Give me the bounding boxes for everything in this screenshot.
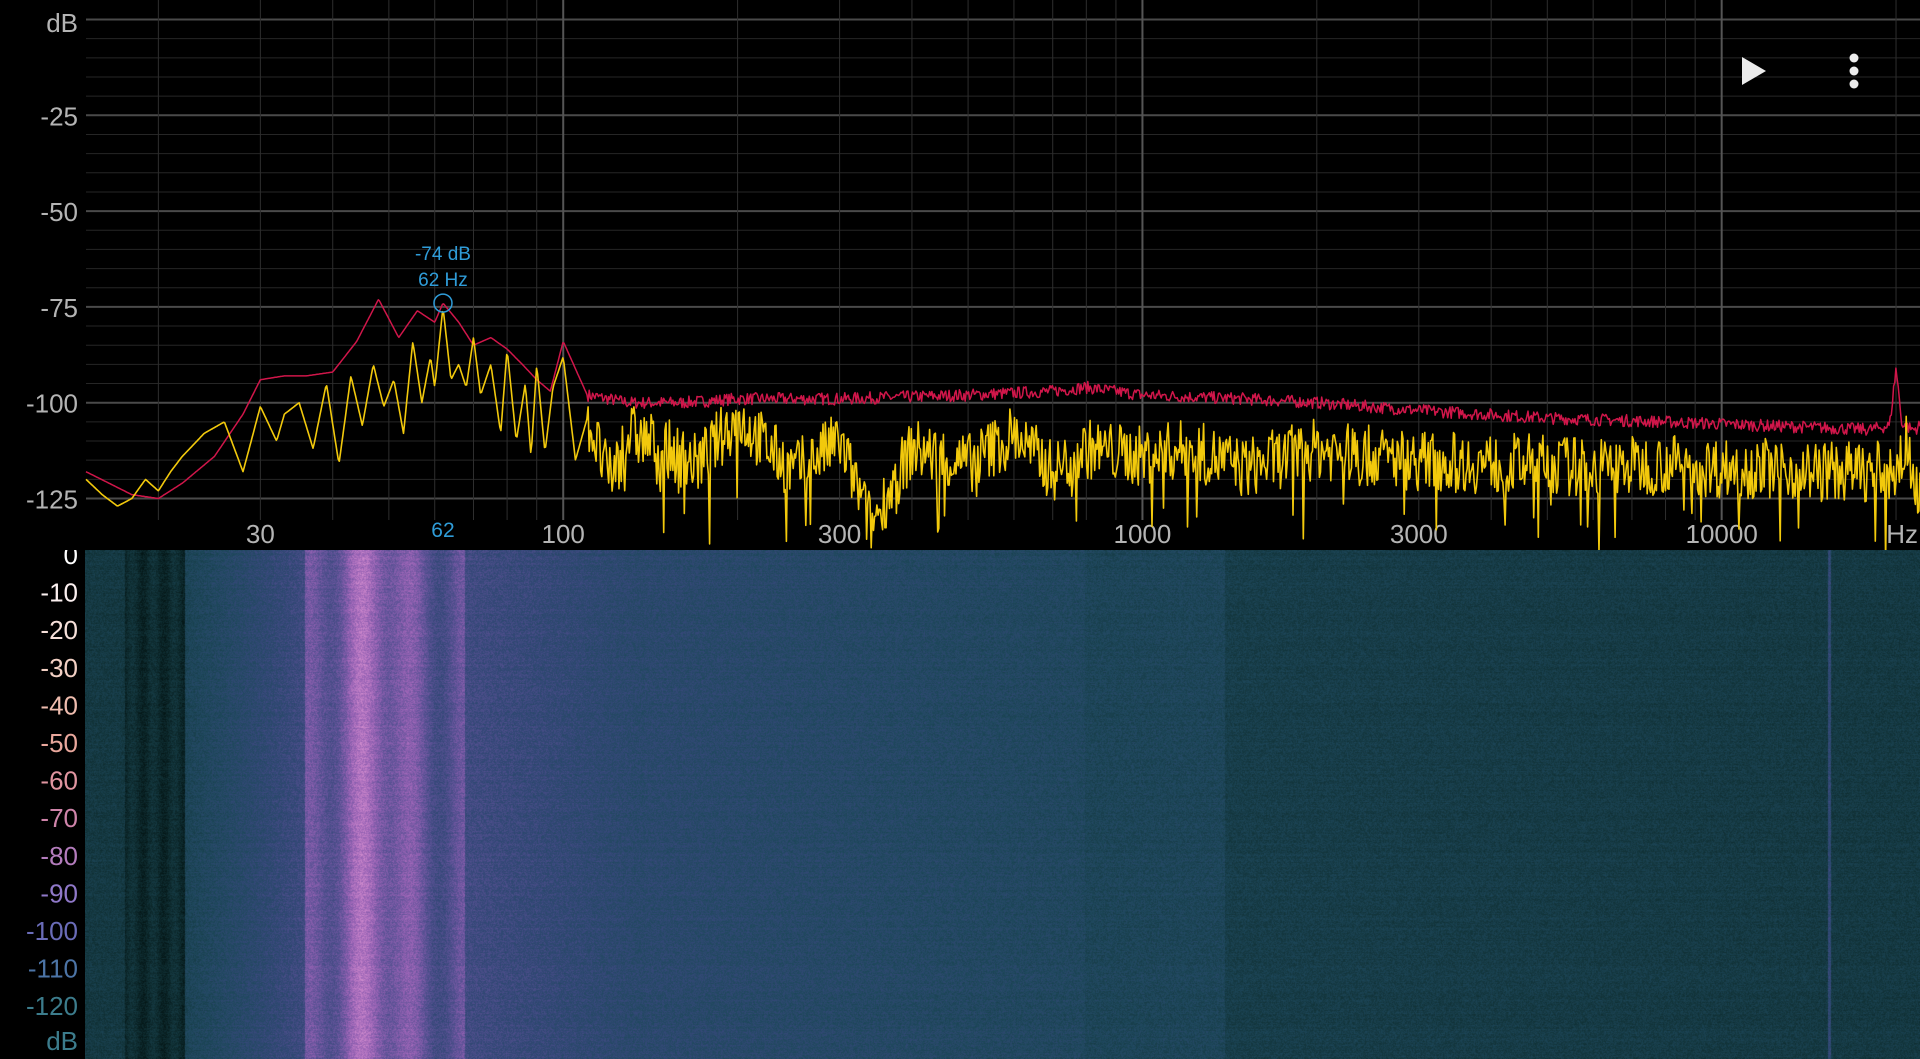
x-tick-label: 100 — [542, 519, 585, 549]
y-tick-label: -100 — [26, 389, 78, 419]
x-tick-label: 3000 — [1390, 519, 1448, 549]
x-axis-unit: Hz — [1886, 519, 1918, 549]
spectrum-chart[interactable]: -25 -50 -75 -100 -125 dB 30 100 300 1000 3000 10000… — [0, 0, 1920, 550]
colorbar-tick-label: -100 — [26, 916, 78, 946]
colorbar-tick-label: -60 — [40, 766, 78, 796]
spectrogram-axis: 0 -10 -20 -30 -40 -50 -60 -70 -80 -90 -100 -110 -120… — [0, 550, 85, 1059]
colorbar-tick-label: 0 — [64, 550, 78, 570]
x-tick-label: 300 — [818, 519, 861, 549]
colorbar-tick-label: -50 — [40, 728, 78, 758]
colorbar-tick-label: -40 — [40, 690, 78, 720]
toolbar — [1728, 45, 1880, 97]
colorbar-tick-label: -70 — [40, 803, 78, 833]
colorbar-tick-label: -90 — [40, 878, 78, 908]
colorbar-tick-label: -120 — [26, 991, 78, 1021]
more-vert-icon — [1849, 53, 1859, 89]
x-tick-label: 1000 — [1114, 519, 1172, 549]
peak-freq-axis-label: 62 — [431, 519, 454, 542]
colorbar-tick-label: -10 — [40, 578, 78, 608]
colorbar-tick-label: -30 — [40, 653, 78, 683]
colorbar-unit: dB — [46, 1026, 78, 1056]
peak-db-label: -74 dB — [415, 244, 471, 265]
analyzer-screen: -25 -50 -75 -100 -125 dB 30 100 300 1000 3000 10000… — [0, 0, 1920, 1059]
y-axis-unit: dB — [46, 8, 78, 38]
y-tick-label: -125 — [26, 485, 78, 515]
peak-hz-label: 62 Hz — [418, 270, 468, 291]
x-tick-label: 10000 — [1686, 519, 1758, 549]
y-tick-label: -25 — [40, 101, 78, 131]
spectrogram-heatmap[interactable] — [85, 550, 1920, 1059]
x-tick-label: 30 — [246, 519, 275, 549]
colorbar-tick-label: -20 — [40, 615, 78, 645]
colorbar-tick-label: -80 — [40, 841, 78, 871]
play-icon — [1742, 57, 1766, 85]
y-tick-label: -50 — [40, 197, 78, 227]
play-button[interactable] — [1728, 45, 1780, 97]
y-tick-label: -75 — [40, 293, 78, 323]
colorbar-tick-label: -110 — [28, 954, 78, 984]
more-options-button[interactable] — [1828, 45, 1880, 97]
